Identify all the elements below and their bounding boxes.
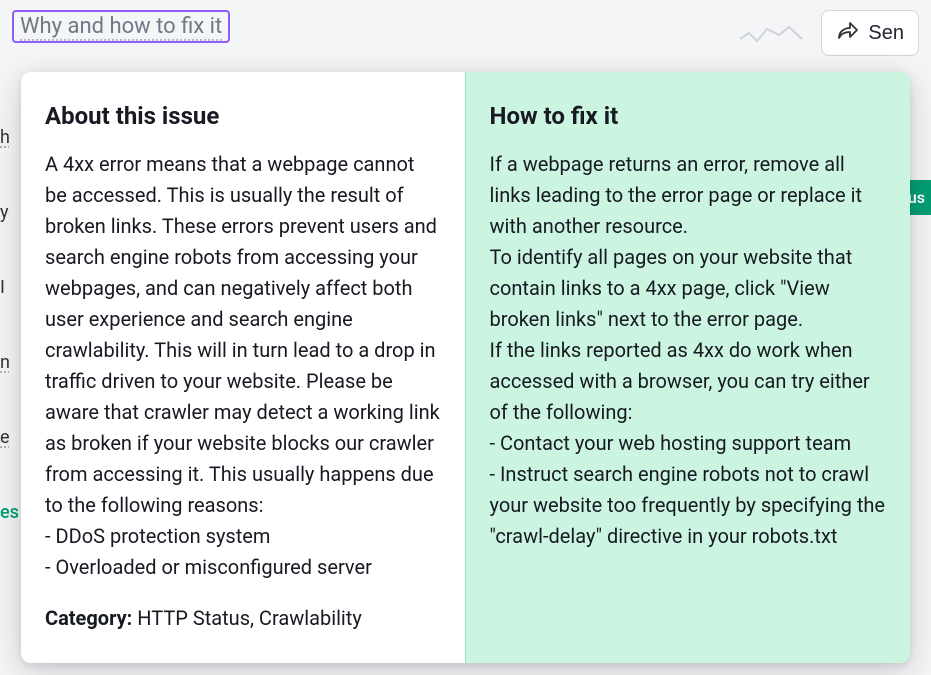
- top-bar: Why and how to fix it Sen: [0, 0, 931, 70]
- app-root: h y I n e es us Why and how to fix it Se…: [0, 0, 931, 675]
- send-button-label: Sen: [868, 22, 904, 45]
- category-value: HTTP Status, Crawlability: [137, 606, 362, 630]
- share-arrow-icon: [836, 21, 858, 45]
- fix-body: If a webpage returns an error, remove al…: [490, 149, 887, 552]
- about-heading: About this issue: [45, 98, 441, 135]
- category-label: Category:: [45, 606, 132, 630]
- fix-panel: How to fix it If a webpage returns an er…: [466, 72, 911, 663]
- bg-frag: I: [0, 277, 5, 298]
- about-panel: About this issue A 4xx error means that …: [21, 72, 466, 663]
- bg-frag: y: [0, 202, 9, 223]
- trend-sparkline-icon: [739, 21, 803, 45]
- fix-heading: How to fix it: [490, 98, 887, 135]
- bg-frag: e: [0, 427, 10, 448]
- about-body: A 4xx error means that a webpage cannot …: [45, 149, 441, 583]
- bg-frag: es: [0, 502, 19, 523]
- top-bar-right: Sen: [739, 10, 919, 56]
- background-left-fragments: h y I n e es: [0, 100, 19, 550]
- category-row: Category: HTTP Status, Crawlability: [45, 603, 441, 634]
- bg-frag: h: [0, 127, 10, 148]
- issue-help-popover: About this issue A 4xx error means that …: [21, 72, 910, 663]
- why-and-how-link[interactable]: Why and how to fix it: [12, 10, 230, 43]
- send-button[interactable]: Sen: [821, 10, 919, 56]
- bg-frag: n: [0, 352, 10, 373]
